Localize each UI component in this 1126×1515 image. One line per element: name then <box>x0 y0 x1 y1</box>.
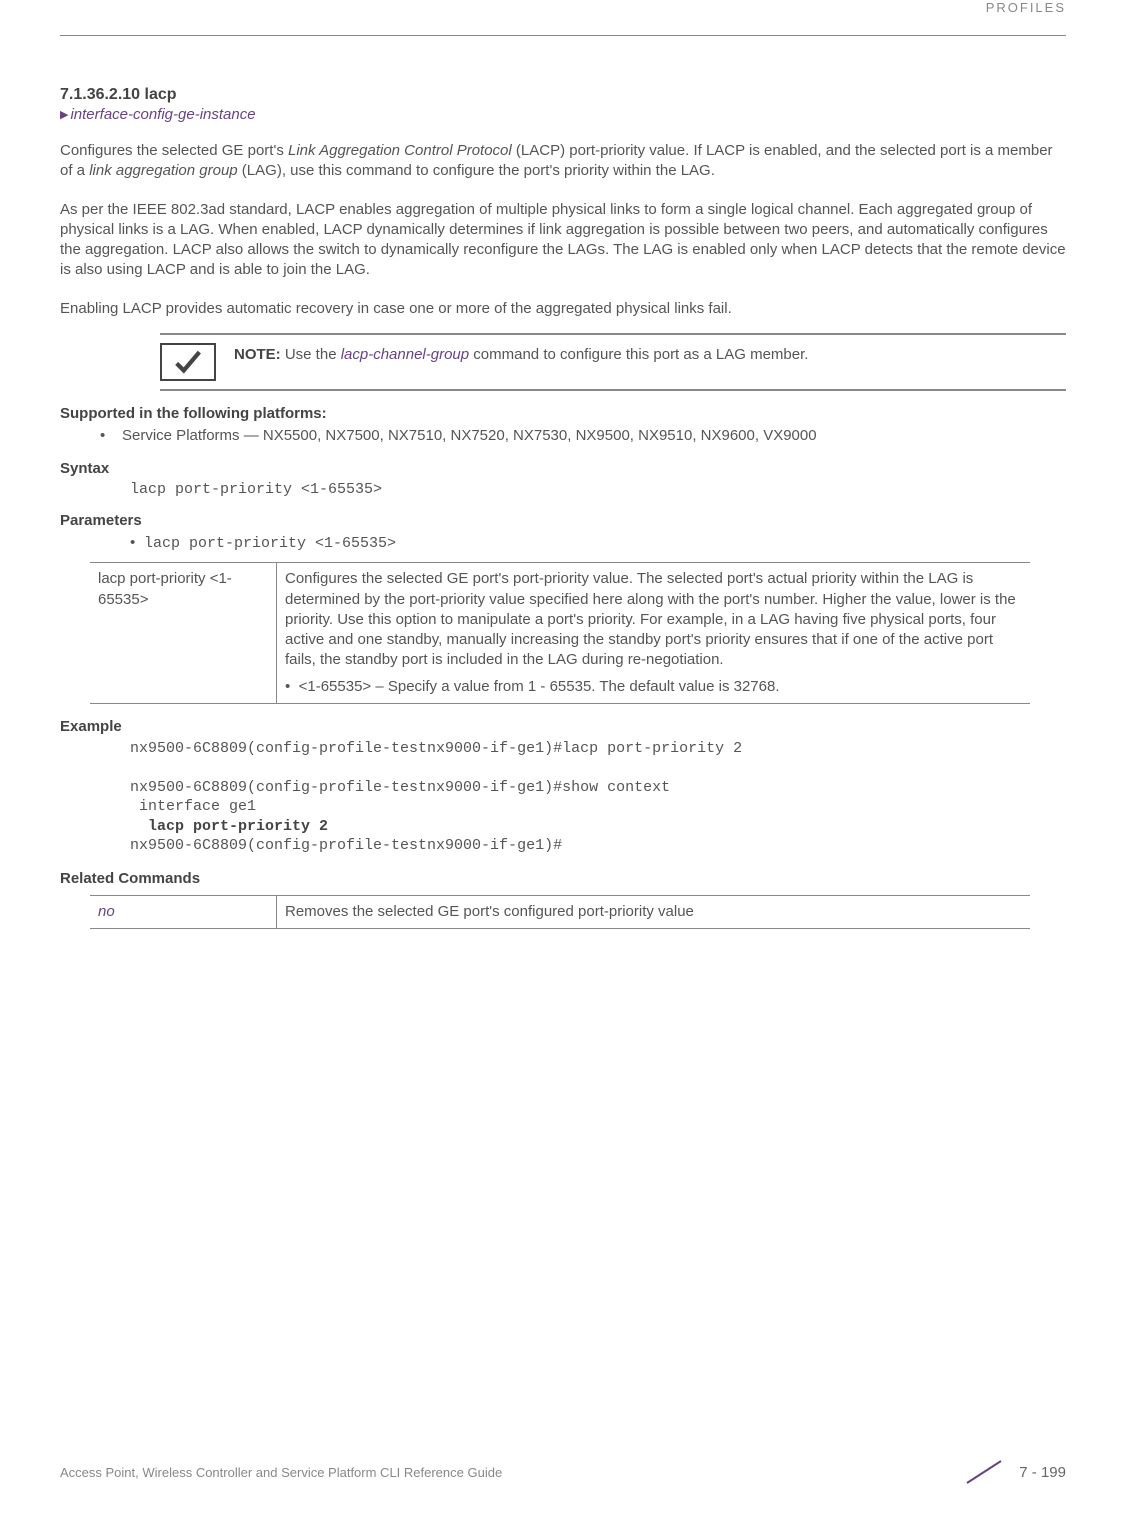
note-command-link: lacp-channel-group <box>341 346 469 363</box>
bullet-icon: • <box>100 426 122 446</box>
breadcrumb-arrow-icon: ▶ <box>60 109 68 121</box>
note-text: NOTE: Use the lacp-channel-group command… <box>234 339 808 385</box>
example-code: nx9500-6C8809(config-profile-testnx9000-… <box>130 739 1066 856</box>
text-italic: link aggregation group <box>89 162 237 179</box>
related-command-description: Removes the selected GE port's configure… <box>277 895 1031 928</box>
syntax-code: lacp port-priority <1-65535> <box>130 481 1066 498</box>
supported-platforms-text: Service Platforms — NX5500, NX7500, NX75… <box>122 426 817 446</box>
supported-platforms-item: • Service Platforms — NX5500, NX7500, NX… <box>100 426 1066 446</box>
paragraph-3: Enabling LACP provides automatic recover… <box>60 299 1066 319</box>
code-line: nx9500-6C8809(config-profile-testnx9000-… <box>130 837 562 854</box>
related-command-link: no <box>90 895 277 928</box>
text: Use the <box>281 346 341 363</box>
code-line: nx9500-6C8809(config-profile-testnx9000-… <box>130 740 742 757</box>
checkmark-icon <box>160 343 216 381</box>
note-label: NOTE: <box>234 346 281 363</box>
text: (LAG), use this command to configure the… <box>238 162 715 179</box>
bullet-icon: • <box>285 678 290 695</box>
section-number: 7.1.36.2.10 <box>60 86 140 103</box>
table-row: lacp port-priority <1-65535> Configures … <box>90 563 1030 704</box>
heading-related-commands: Related Commands <box>60 870 1066 887</box>
heading-parameters: Parameters <box>60 512 1066 529</box>
heading-syntax: Syntax <box>60 460 1066 477</box>
header-category: PROFILES <box>60 0 1066 21</box>
table-cell-description: Configures the selected GE port's port-p… <box>285 569 1022 670</box>
table-row: no Removes the selected GE port's config… <box>90 895 1030 928</box>
heading-example: Example <box>60 718 1066 735</box>
note-block: NOTE: Use the lacp-channel-group command… <box>160 333 1066 391</box>
related-commands-table: no Removes the selected GE port's config… <box>90 895 1030 929</box>
table-cell-right: Configures the selected GE port's port-p… <box>277 563 1031 704</box>
parameters-code: lacp port-priority <1-65535> <box>144 534 396 554</box>
section-title: lacp <box>145 86 177 103</box>
page-number-box: 7 - 199 <box>961 1457 1066 1487</box>
table-sub-bullet: • <1-65535> – Specify a value from 1 - 6… <box>285 677 1022 697</box>
bullet-icon: • <box>130 533 144 553</box>
code-line: interface ge1 <box>130 798 256 815</box>
footer-doc-title: Access Point, Wireless Controller and Se… <box>60 1465 502 1480</box>
text: Configures the selected GE port's <box>60 142 288 159</box>
page-number: 7 - 199 <box>1019 1464 1066 1481</box>
page-footer: Access Point, Wireless Controller and Se… <box>60 1457 1066 1487</box>
paragraph-2: As per the IEEE 802.3ad standard, LACP e… <box>60 200 1066 281</box>
text: command to configure this port as a LAG … <box>469 346 808 363</box>
breadcrumb: ▶interface-config-ge-instance <box>60 106 1066 123</box>
parameters-bullet: • lacp port-priority <1-65535> <box>130 533 1066 554</box>
table-cell-left: lacp port-priority <1-65535> <box>90 563 277 704</box>
table-sub-text: <1-65535> – Specify a value from 1 - 655… <box>299 678 780 695</box>
paragraph-1: Configures the selected GE port's Link A… <box>60 141 1066 182</box>
breadcrumb-text: interface-config-ge-instance <box>70 106 255 123</box>
code-line-bold: lacp port-priority 2 <box>130 818 328 835</box>
header-rule <box>60 35 1066 36</box>
code-line: nx9500-6C8809(config-profile-testnx9000-… <box>130 779 670 796</box>
text-italic: Link Aggregation Control Protocol <box>288 142 512 159</box>
section-heading: 7.1.36.2.10 lacp <box>60 86 1066 104</box>
page-slash-icon <box>961 1457 1007 1487</box>
parameters-table: lacp port-priority <1-65535> Configures … <box>90 562 1030 704</box>
heading-supported-platforms: Supported in the following platforms: <box>60 405 1066 422</box>
